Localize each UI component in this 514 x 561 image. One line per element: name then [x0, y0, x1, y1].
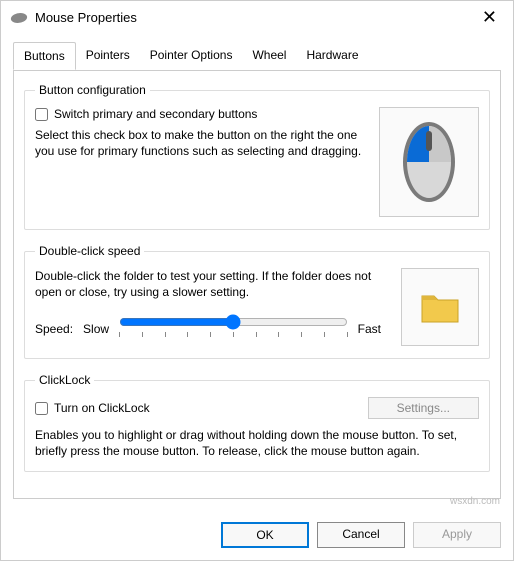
tabs: Buttons Pointers Pointer Options Wheel H…	[1, 42, 513, 71]
titlebar: Mouse Properties ✕	[1, 1, 513, 34]
slow-label: Slow	[83, 322, 109, 336]
double-click-legend: Double-click speed	[35, 244, 144, 258]
mouse-properties-window: Mouse Properties ✕ Buttons Pointers Poin…	[0, 0, 514, 561]
button-config-legend: Button configuration	[35, 83, 150, 97]
cancel-button[interactable]: Cancel	[317, 522, 405, 548]
tab-wheel[interactable]: Wheel	[242, 42, 296, 70]
tab-pointers[interactable]: Pointers	[76, 42, 140, 70]
window-title: Mouse Properties	[35, 10, 476, 25]
ok-button[interactable]: OK	[221, 522, 309, 548]
tab-buttons[interactable]: Buttons	[13, 42, 76, 70]
tab-content: Button configuration Switch primary and …	[13, 70, 501, 499]
clicklock-label: Turn on ClickLock	[54, 401, 150, 415]
button-configuration-group: Button configuration Switch primary and …	[24, 83, 490, 230]
apply-button: Apply	[413, 522, 501, 548]
clicklock-desc: Enables you to highlight or drag without…	[35, 427, 479, 459]
switch-buttons-checkbox[interactable]	[35, 108, 48, 121]
close-icon[interactable]: ✕	[476, 7, 503, 28]
mouse-icon	[10, 13, 29, 23]
slider-ticks	[119, 332, 348, 337]
double-click-speed-group: Double-click speed Double-click the fold…	[24, 244, 490, 359]
fast-label: Fast	[358, 322, 381, 336]
clicklock-group: ClickLock Turn on ClickLock Settings... …	[24, 373, 490, 472]
clicklock-settings-button: Settings...	[368, 397, 479, 419]
switch-buttons-label: Switch primary and secondary buttons	[54, 107, 257, 121]
double-click-desc: Double-click the folder to test your set…	[35, 268, 381, 300]
tab-hardware[interactable]: Hardware	[296, 42, 368, 70]
double-click-speed-slider[interactable]	[119, 314, 348, 330]
watermark: wsxdn.com	[450, 496, 500, 507]
speed-label: Speed:	[35, 322, 73, 336]
button-config-desc: Select this check box to make the button…	[35, 127, 369, 159]
mouse-preview-icon	[379, 107, 479, 217]
tab-pointer-options[interactable]: Pointer Options	[140, 42, 243, 70]
clicklock-legend: ClickLock	[35, 373, 94, 387]
clicklock-checkbox[interactable]	[35, 402, 48, 415]
dialog-buttons: OK Cancel Apply	[1, 512, 513, 560]
folder-test-icon[interactable]	[401, 268, 479, 346]
